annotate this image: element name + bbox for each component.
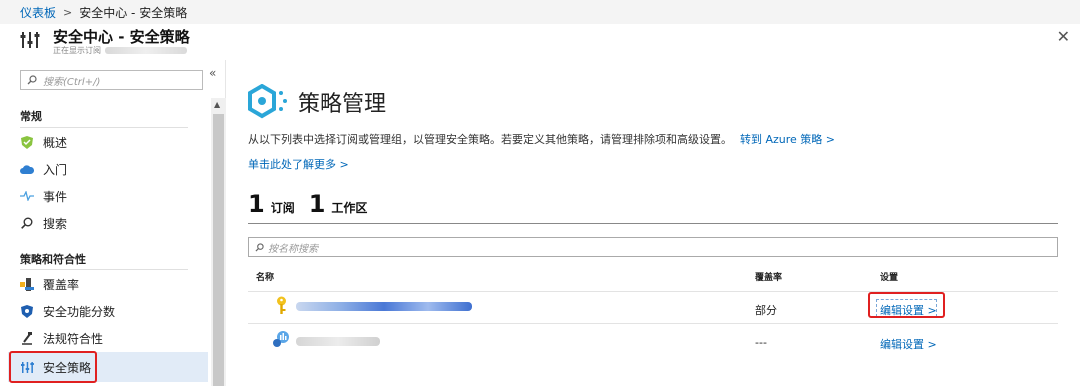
search-icon — [20, 216, 34, 230]
section-policy-compliance: 策略和符合性 — [20, 253, 86, 266]
sidebar-item-label: 法规符合性 — [43, 331, 104, 346]
column-header-settings: 设置 — [880, 273, 899, 283]
key-icon — [277, 296, 286, 314]
filter-placeholder: 按名称搜索 — [268, 243, 318, 255]
blade-header: 安全中心 - 安全策略 正在显示订阅 ✕ — [0, 24, 1080, 58]
redacted-name — [296, 337, 380, 346]
breadcrumb-separator: > — [63, 5, 73, 19]
stats-summary: 1 订阅 1 工作区 — [248, 190, 381, 218]
search-placeholder: 搜索(Ctrl+/) — [43, 76, 101, 88]
sidebar-scrollbar[interactable]: ▲ — [211, 98, 226, 386]
divider — [20, 127, 188, 128]
sidebar-item-label: 搜索 — [43, 216, 68, 231]
sidebar-item-events[interactable]: 事件 — [8, 183, 208, 209]
divider — [20, 269, 188, 270]
azure-policy-link[interactable]: 转到 Azure 策略 > — [740, 133, 835, 146]
main-content: 策略管理 从以下列表中选择订阅或管理组，以管理安全策略。若要定义其他策略，请管理… — [248, 60, 1068, 386]
workspace-label: 工作区 — [331, 201, 368, 215]
page-title: 安全中心 - 安全策略 — [53, 28, 190, 46]
learn-more-link[interactable]: 单击此处了解更多 > — [248, 156, 349, 172]
sidebar-item-secure-score[interactable]: 安全功能分数 — [8, 298, 208, 324]
sidebar-search-input[interactable]: 搜索(Ctrl+/) — [20, 70, 203, 90]
highlight-box — [9, 351, 97, 383]
redacted-name — [296, 302, 472, 311]
workspace-icon — [273, 331, 289, 347]
collapse-sidebar-button[interactable]: « — [209, 66, 216, 80]
name-filter-input[interactable]: 按名称搜索 — [248, 237, 1058, 257]
sidebar-item-getting-started[interactable]: 入门 — [8, 156, 208, 182]
shield-score-icon — [20, 304, 34, 318]
column-header-name[interactable]: 名称 — [256, 270, 274, 283]
scroll-up-icon[interactable]: ▲ — [214, 100, 220, 109]
workspace-count: 1 — [308, 190, 326, 218]
sidebar-item-overview[interactable]: 概述 — [8, 129, 208, 155]
highlight-box — [868, 292, 945, 318]
sidebar-item-label: 安全功能分数 — [43, 304, 116, 319]
sidebar: 搜索(Ctrl+/) « ▲ 常规 概述 入门 事件 搜索 策略和符合性 覆盖率… — [0, 60, 226, 386]
description: 从以下列表中选择订阅或管理组，以管理安全策略。若要定义其他策略，请管理排除项和高… — [248, 131, 835, 147]
breadcrumb-home-link[interactable]: 仪表板 — [20, 4, 56, 21]
subscription-label: 订阅 — [270, 201, 295, 215]
sidebar-item-label: 事件 — [43, 189, 68, 204]
column-header-coverage[interactable]: 覆盖率 — [755, 270, 782, 283]
search-icon — [255, 242, 264, 252]
sidebar-item-label: 入门 — [43, 162, 68, 177]
sidebar-item-label: 覆盖率 — [43, 277, 80, 292]
edit-settings-link[interactable]: 编辑设置 > — [880, 336, 937, 352]
divider — [248, 223, 1058, 224]
close-icon[interactable]: ✕ — [1057, 27, 1070, 46]
search-icon — [27, 75, 37, 85]
table-divider — [248, 323, 1058, 324]
scrollbar-thumb[interactable] — [213, 114, 224, 386]
cloud-icon — [20, 162, 34, 176]
compliance-icon — [20, 331, 34, 345]
coverage-value: 部分 — [755, 304, 777, 317]
policy-management-icon — [248, 84, 287, 119]
policy-sliders-icon — [20, 32, 40, 48]
breadcrumb-current: 安全中心 - 安全策略 — [79, 5, 188, 20]
sidebar-item-coverage[interactable]: 覆盖率 — [8, 271, 208, 297]
section-general: 常规 — [20, 110, 42, 123]
coverage-icon — [20, 277, 34, 291]
sidebar-item-regulatory-compliance[interactable]: 法规符合性 — [8, 325, 208, 351]
section-title: 策略管理 — [298, 92, 387, 117]
coverage-value: --- — [755, 336, 767, 349]
subtitle-text: 正在显示订阅 — [53, 46, 101, 55]
breadcrumb: 仪表板 > 安全中心 - 安全策略 — [0, 0, 1080, 24]
activity-icon — [20, 189, 34, 203]
page-subtitle: 正在显示订阅 — [53, 45, 233, 56]
sidebar-item-search[interactable]: 搜索 — [8, 210, 208, 236]
redacted-subscription — [105, 47, 187, 54]
shield-check-icon — [20, 135, 34, 149]
subscription-count: 1 — [248, 190, 265, 218]
description-text: 从以下列表中选择订阅或管理组，以管理安全策略。若要定义其他策略，请管理排除项和高… — [248, 133, 732, 146]
sidebar-item-label: 概述 — [43, 135, 68, 150]
